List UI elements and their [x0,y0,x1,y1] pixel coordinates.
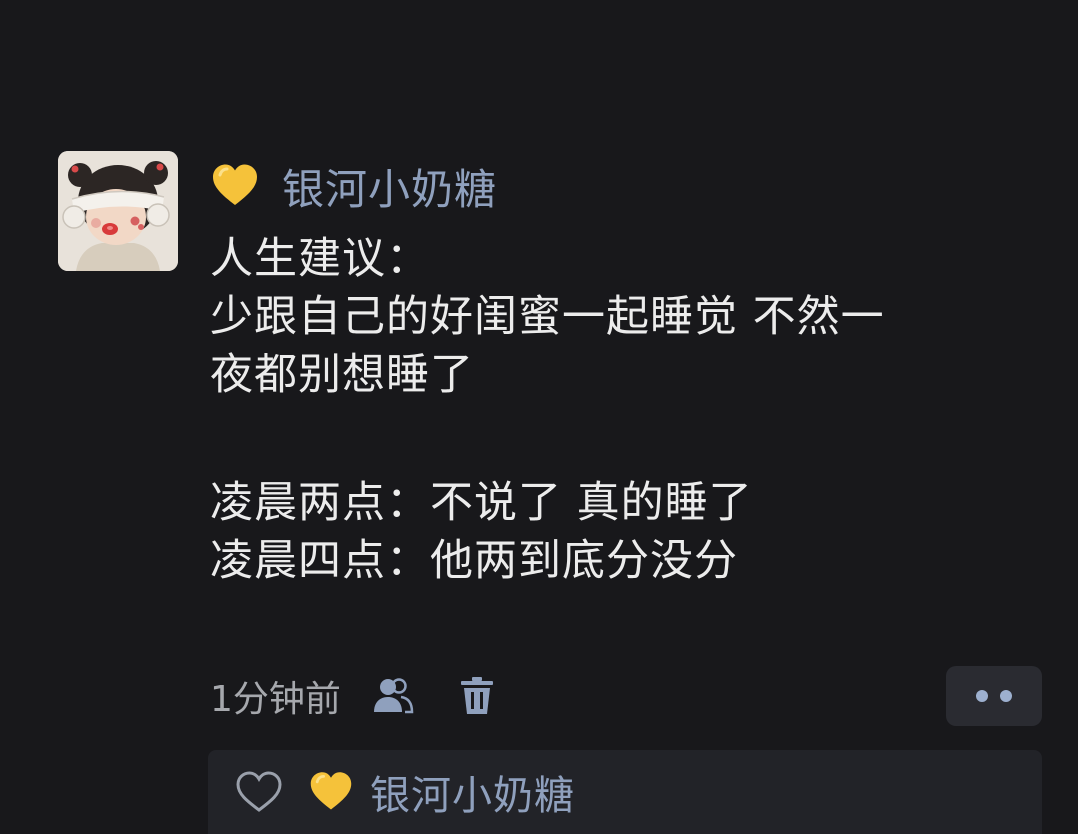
friends-icon[interactable] [371,674,415,718]
author-name[interactable]: 银河小奶糖 [282,156,497,217]
post-meta-row: 1分钟前 [210,668,499,724]
more-dots-icon [1000,690,1012,702]
post-line: 凌晨两点：不说了 真的睡了 [210,478,753,528]
likes-panel: 银河小奶糖 [208,750,1042,834]
post-line: 人生建议： [210,234,430,284]
post-line: 少跟自己的好闺蜜一起睡觉 不然一 [210,292,885,342]
yellow-heart-icon [213,164,257,205]
timestamp: 1分钟前 [210,679,341,720]
post-header: 银河小奶糖 [210,156,497,216]
more-options-button[interactable] [946,666,1042,726]
heart-outline-icon[interactable] [234,769,284,815]
more-dots-icon [976,690,988,702]
post-content: 人生建议： 少跟自己的好闺蜜一起睡觉 不然一 夜都别想睡了 凌晨两点：不说了 真… [210,230,1010,590]
post-line-blank [210,404,1010,474]
post-line: 夜都别想睡了 [210,350,474,400]
yellow-heart-icon [310,772,352,810]
avatar[interactable] [58,151,178,271]
post-line: 凌晨四点：他两到底分没分 [210,536,738,586]
liker-name[interactable]: 银河小奶糖 [370,763,575,821]
trash-icon[interactable] [455,674,499,718]
avatar-girl-headphones-icon [58,151,178,271]
